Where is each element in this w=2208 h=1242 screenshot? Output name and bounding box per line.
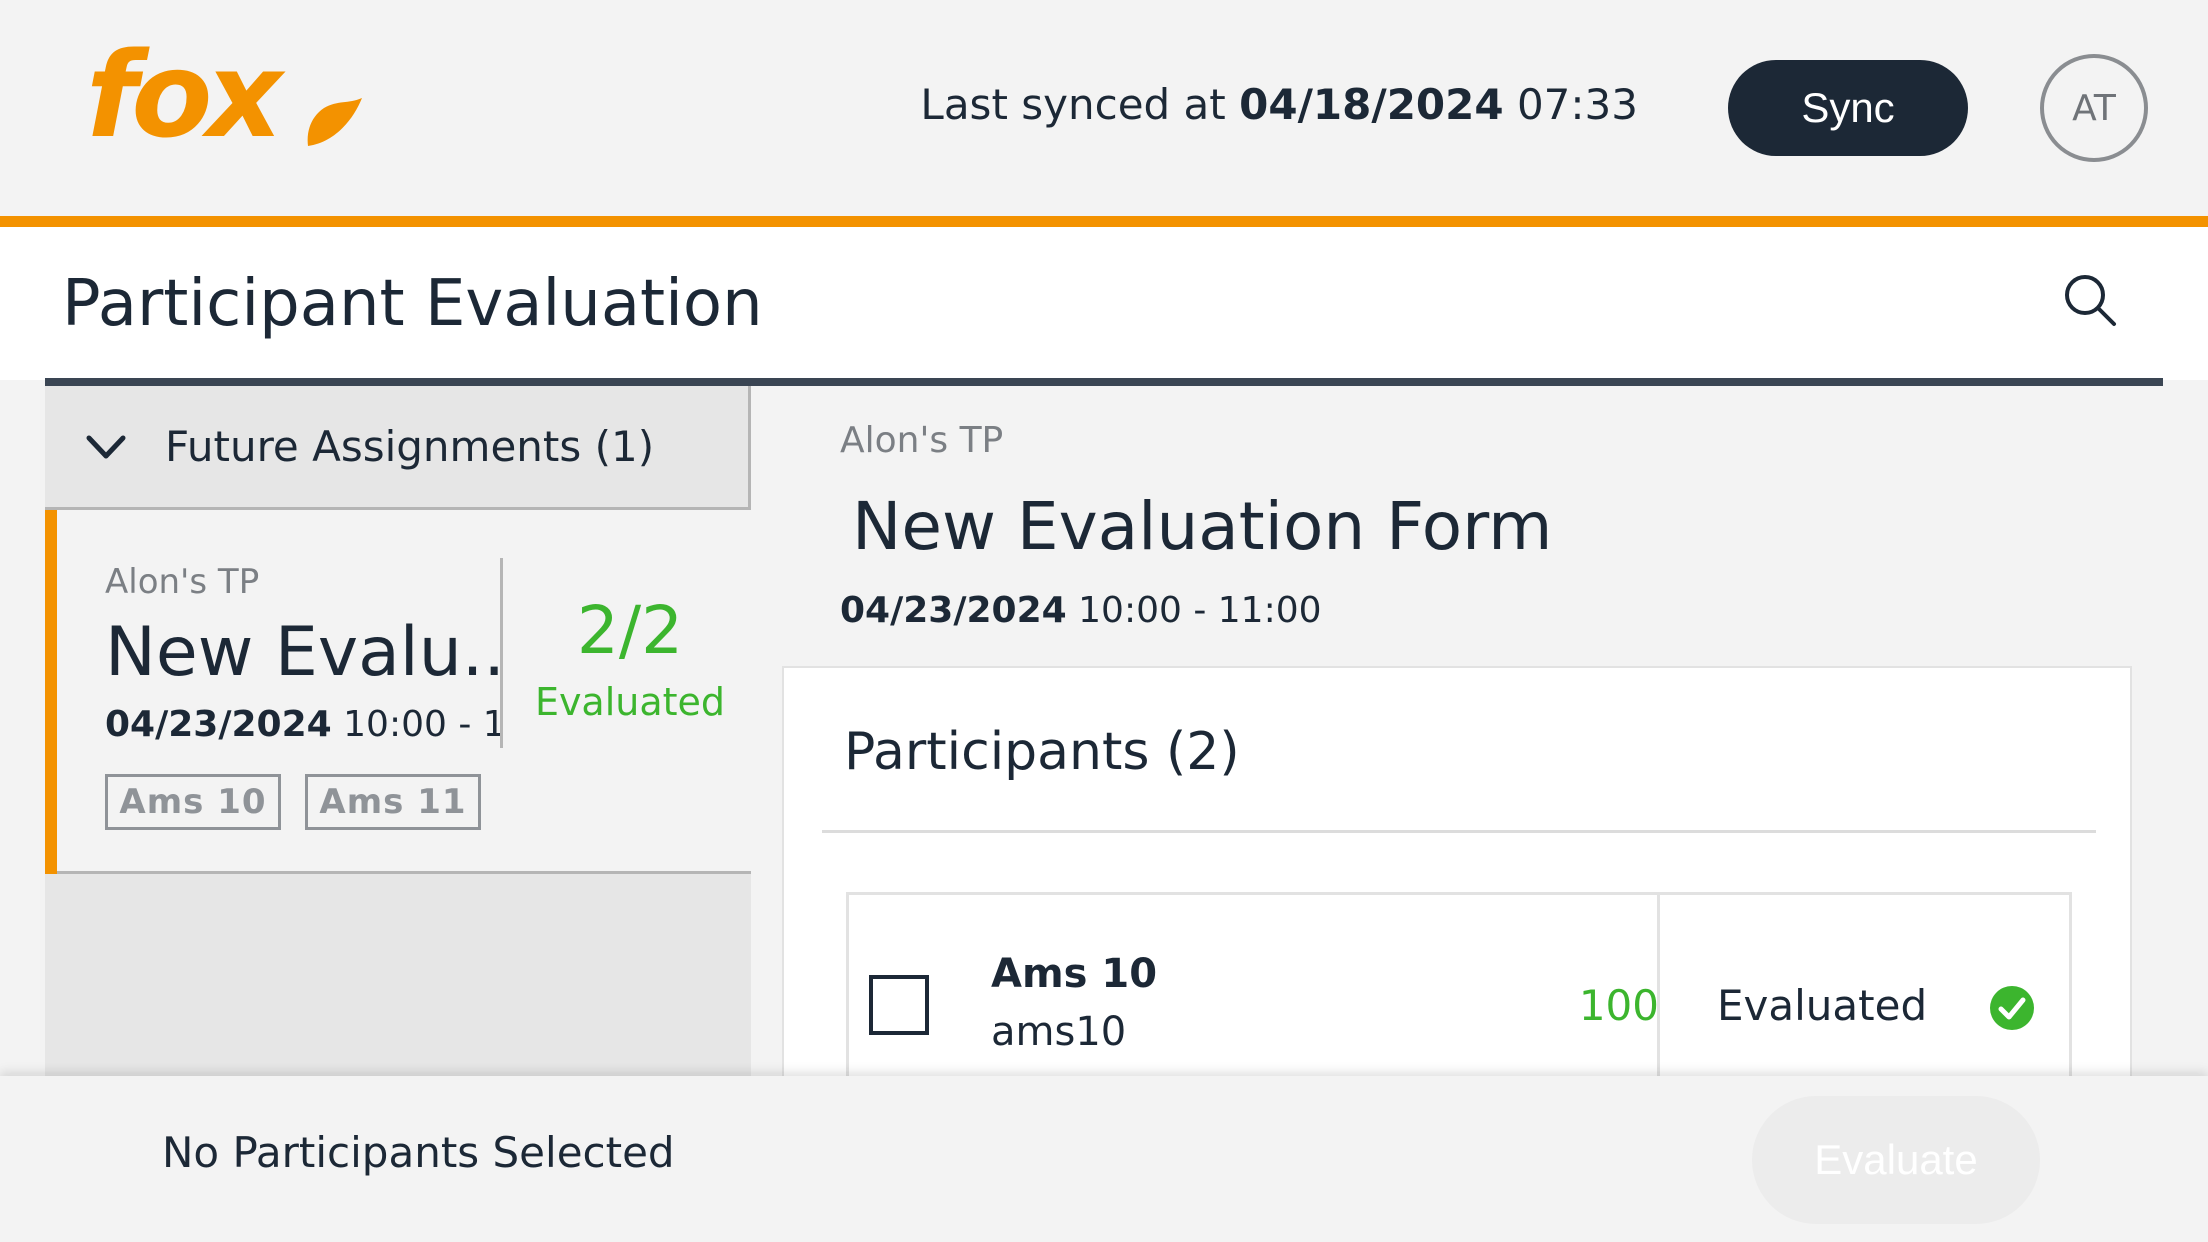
card-subtitle: Alon's TP — [105, 562, 260, 602]
participant-score: 100 — [1578, 981, 1659, 1030]
detail-title: New Evaluation Form — [852, 488, 1553, 565]
page-title: Participant Evaluation — [62, 267, 763, 341]
detail-date: 04/23/2024 10:00 - 11:00 — [840, 590, 1322, 631]
card-date-value: 04/23/2024 — [105, 704, 332, 745]
check-circle-icon — [1990, 986, 2034, 1030]
participant-status: Evaluated — [1717, 981, 1928, 1030]
sync-date: 04/18/2024 — [1239, 80, 1504, 129]
participants-divider — [822, 830, 2096, 833]
evaluated-count: 2/2 — [576, 592, 684, 669]
fox-logo: fox — [86, 38, 362, 164]
card-title: New Evalu... — [105, 613, 505, 692]
chevron-down-icon — [86, 435, 126, 459]
card-divider — [500, 558, 503, 748]
future-assignments-label: Future Assignments (1) — [165, 422, 655, 471]
sync-prefix: Last synced at — [920, 80, 1226, 129]
participants-title: Participants (2) — [844, 722, 1240, 782]
last-synced-text: Last synced at 04/18/2024 07:33 — [920, 80, 1638, 129]
participants-card: Participants (2) Ams 10 ams10 100 Evalua… — [782, 666, 2132, 1095]
evaluate-button[interactable]: Evaluate — [1752, 1096, 2040, 1224]
participant-id: ams10 — [991, 1009, 1127, 1055]
participant-row[interactable]: Ams 10 ams10 100 Evaluated — [846, 892, 2072, 1095]
card-time-value: 10:00 - 1... — [343, 704, 505, 745]
participant-checkbox[interactable] — [869, 975, 929, 1035]
card-date: 04/23/2024 10:00 - 1... — [105, 704, 505, 745]
future-assignments-toggle[interactable]: Future Assignments (1) — [45, 386, 751, 510]
row-divider — [1657, 895, 1660, 1095]
user-avatar[interactable]: AT — [2040, 54, 2148, 162]
participant-name: Ams 10 — [991, 951, 1158, 997]
evaluated-label: Evaluated — [534, 680, 726, 724]
participant-tag: Ams 11 — [305, 774, 481, 830]
detail-time-value: 10:00 - 11:00 — [1078, 590, 1322, 631]
card-accent-bar — [45, 510, 57, 874]
svg-text:fox: fox — [86, 38, 286, 164]
app-root: fox Last synced at 04/18/2024 07:33 Sync… — [0, 0, 2208, 1242]
app-header: fox Last synced at 04/18/2024 07:33 Sync… — [0, 0, 2208, 216]
title-divider — [45, 378, 2163, 386]
selection-status: No Participants Selected — [162, 1128, 675, 1177]
search-icon[interactable] — [2062, 272, 2118, 328]
participant-tag: Ams 10 — [105, 774, 281, 830]
sync-button[interactable]: Sync — [1728, 60, 1968, 156]
sync-time: 07:33 — [1516, 80, 1638, 129]
assignment-card[interactable]: Alon's TP New Evalu... 04/23/2024 10:00 … — [45, 510, 751, 874]
header-accent-bar — [0, 216, 2208, 227]
detail-subtitle: Alon's TP — [840, 420, 1004, 461]
detail-date-value: 04/23/2024 — [840, 590, 1067, 631]
title-strip: Participant Evaluation — [0, 227, 2208, 380]
bottom-action-bar: No Participants Selected Evaluate — [0, 1076, 2208, 1242]
